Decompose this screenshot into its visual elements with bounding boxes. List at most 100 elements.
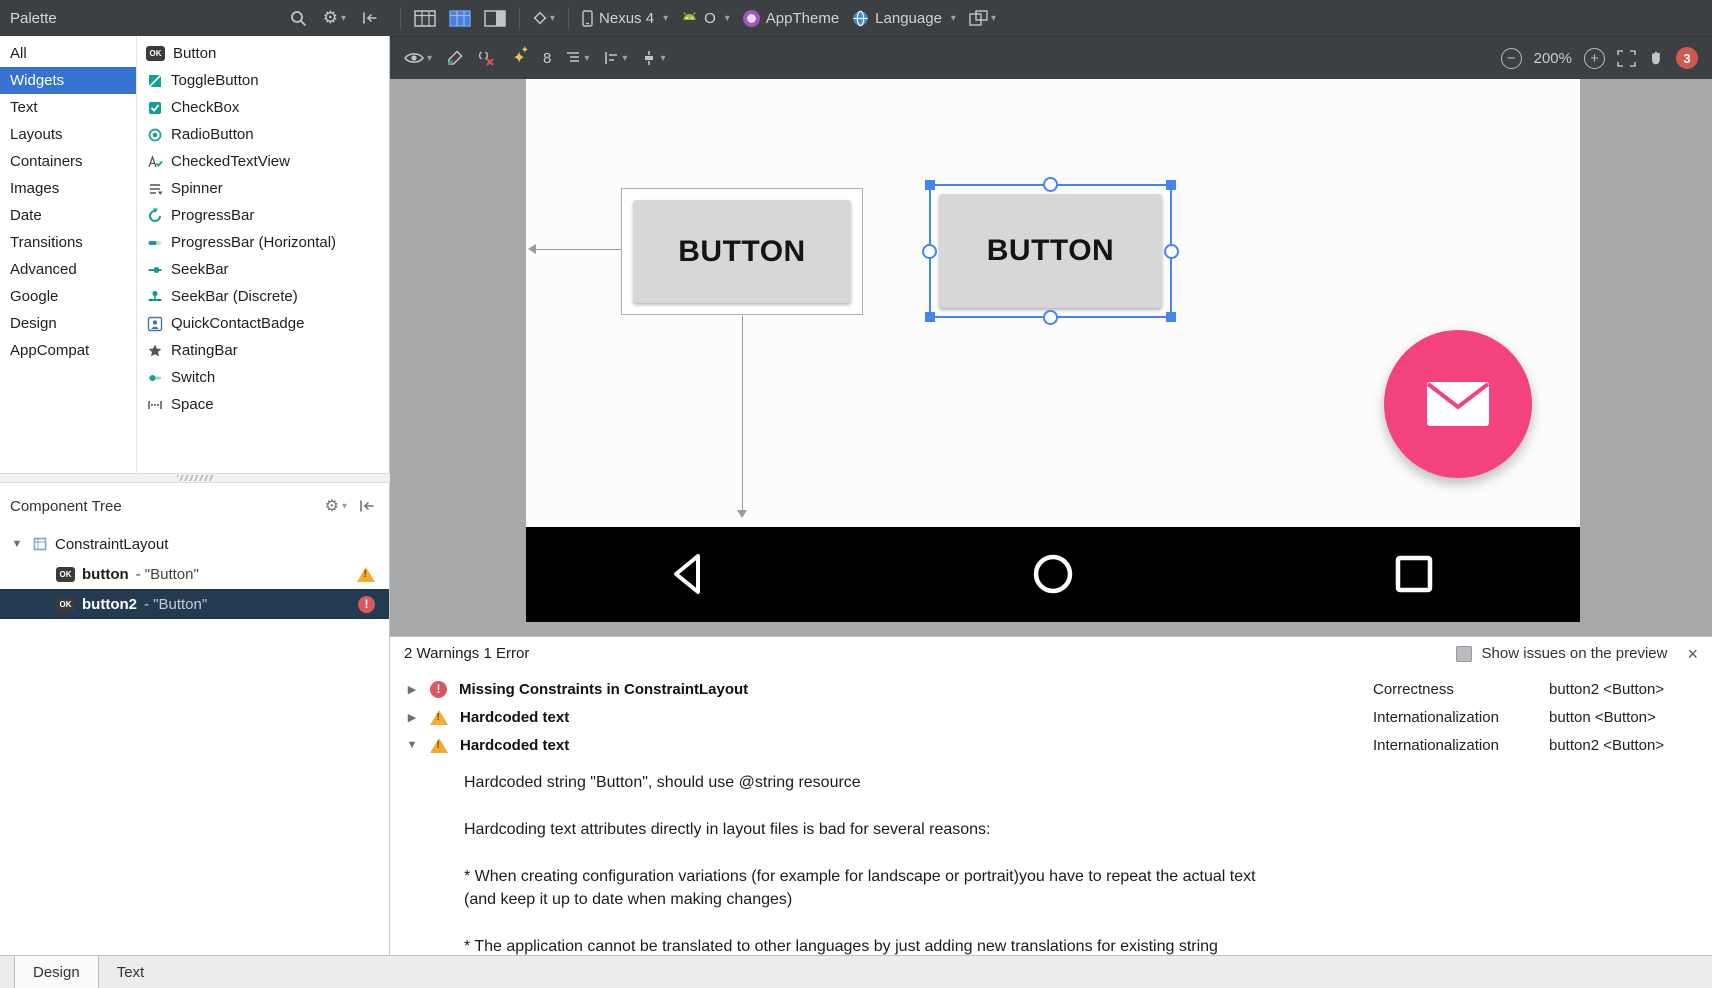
palette-category-transitions[interactable]: Transitions bbox=[0, 229, 136, 256]
design-mode-selected-icon[interactable] bbox=[449, 9, 471, 27]
palette-widget-seekbar[interactable]: SeekBar bbox=[138, 256, 389, 283]
theme-selector[interactable]: AppTheme bbox=[742, 9, 839, 27]
pack-icon[interactable]: ▾ bbox=[641, 50, 665, 66]
warning-icon bbox=[430, 737, 448, 753]
palette-widget-togglebutton[interactable]: ToggleButton bbox=[138, 67, 389, 94]
issues-summary: 2 Warnings 1 Error bbox=[404, 645, 530, 662]
default-margin-value[interactable]: 8 bbox=[543, 50, 551, 67]
email-icon bbox=[1426, 381, 1490, 427]
issue-row-hardcoded-text-2[interactable]: ▼ Hardcoded text Internationalization bu… bbox=[390, 731, 1712, 759]
palette-category-design[interactable]: Design bbox=[0, 310, 136, 337]
align-icon[interactable]: ▾ bbox=[603, 50, 627, 66]
search-icon[interactable] bbox=[290, 10, 307, 27]
issue-row-missing-constraints[interactable]: ▶ Missing Constraints in ConstraintLayou… bbox=[390, 675, 1712, 703]
split-view-icon[interactable] bbox=[484, 9, 506, 27]
tree-item-button2[interactable]: OK button2 - "Button" bbox=[0, 589, 389, 619]
widget-label: ProgressBar (Horizontal) bbox=[171, 234, 337, 251]
palette-widget-spinner[interactable]: Spinner bbox=[138, 175, 389, 202]
palette-category-widgets[interactable]: Widgets bbox=[0, 67, 136, 94]
eraser-tool-icon[interactable]: ▾ bbox=[533, 11, 555, 25]
pan-hand-icon[interactable] bbox=[1648, 49, 1664, 67]
palette-category-images[interactable]: Images bbox=[0, 175, 136, 202]
component-tree-title: Component Tree bbox=[10, 497, 122, 515]
expand-icon[interactable]: ▶ bbox=[404, 683, 420, 696]
design-view-icon[interactable] bbox=[414, 9, 436, 27]
canvas-button1[interactable]: BUTTON bbox=[633, 200, 851, 303]
widget-label: Space bbox=[171, 396, 214, 413]
palette-category-appcompat[interactable]: AppCompat bbox=[0, 337, 136, 364]
zoom-in-button[interactable]: + bbox=[1584, 47, 1605, 69]
palette-category-layouts[interactable]: Layouts bbox=[0, 121, 136, 148]
palette-widget-progressbar-horizontal[interactable]: ProgressBar (Horizontal) bbox=[138, 229, 389, 256]
canvas-fab[interactable] bbox=[1384, 330, 1532, 478]
constraint-anchor[interactable] bbox=[1164, 243, 1179, 259]
show-issues-checkbox[interactable] bbox=[1455, 645, 1472, 662]
guideline-icon[interactable]: ▾ bbox=[565, 50, 589, 66]
tree-expander-icon[interactable]: ▼ bbox=[10, 538, 24, 550]
issue-row-hardcoded-text-1[interactable]: ▶ Hardcoded text Internationalization bu… bbox=[390, 703, 1712, 731]
palette-widget-checkedtextview[interactable]: CheckedTextView bbox=[138, 148, 389, 175]
language-selector[interactable]: Language ▾ bbox=[852, 10, 956, 27]
expand-icon[interactable]: ▶ bbox=[404, 711, 420, 724]
show-issues-label: Show issues on the preview bbox=[1481, 645, 1668, 662]
palette-category-containers[interactable]: Containers bbox=[0, 148, 136, 175]
constraint-anchor[interactable] bbox=[1043, 177, 1058, 192]
collapse-icon[interactable]: ▼ bbox=[404, 739, 420, 751]
issue-detail-paragraph: * The application cannot be translated t… bbox=[464, 938, 1218, 955]
widget-label: SeekBar (Discrete) bbox=[171, 288, 298, 305]
nav-home-icon bbox=[1027, 548, 1079, 600]
clear-constraints-icon[interactable] bbox=[477, 50, 495, 66]
autoconnect-brush-icon[interactable] bbox=[446, 49, 463, 67]
constraint-arrow-down bbox=[737, 316, 747, 518]
resize-handle[interactable] bbox=[925, 180, 935, 190]
api-version-selector[interactable]: O ▾ bbox=[681, 10, 730, 27]
palette-widget-button[interactable]: OK Button bbox=[138, 40, 389, 67]
palette-category-date[interactable]: Date bbox=[0, 202, 136, 229]
device-canvas[interactable]: BUTTON BUTTON bbox=[526, 79, 1580, 527]
tree-item-constraintlayout[interactable]: ▼ ConstraintLayout bbox=[0, 529, 389, 559]
palette-widget-quickcontactbadge[interactable]: QuickContactBadge bbox=[138, 310, 389, 337]
infer-constraints-icon[interactable]: ✦ ✦ bbox=[509, 45, 529, 68]
view-options-eye-icon[interactable]: ▾ bbox=[404, 51, 432, 65]
device-selector[interactable]: Nexus 4 ▾ bbox=[582, 10, 668, 27]
tab-text[interactable]: Text bbox=[99, 956, 163, 988]
tree-item-suffix: - "Button" bbox=[135, 565, 199, 583]
palette-widget-space[interactable]: Space bbox=[138, 391, 389, 418]
resize-handle[interactable] bbox=[925, 312, 935, 322]
tree-gear-icon[interactable]: ⚙ ▾ bbox=[325, 496, 347, 516]
palette-category-google[interactable]: Google bbox=[0, 283, 136, 310]
resize-handle[interactable] bbox=[1166, 180, 1176, 190]
panel-splitter[interactable] bbox=[0, 473, 390, 483]
tree-hide-panel-icon[interactable] bbox=[359, 499, 375, 513]
palette-widget-seekbar-discrete[interactable]: SeekBar (Discrete) bbox=[138, 283, 389, 310]
widget-label: Spinner bbox=[171, 180, 223, 197]
hide-panel-icon[interactable] bbox=[362, 11, 378, 25]
widget-label: QuickContactBadge bbox=[171, 315, 305, 332]
palette-widget-switch[interactable]: Switch bbox=[138, 364, 389, 391]
palette-widget-checkbox[interactable]: CheckBox bbox=[138, 94, 389, 121]
palette-widget-progressbar[interactable]: ProgressBar bbox=[138, 202, 389, 229]
layout-variant-icon[interactable]: ▾ bbox=[969, 10, 996, 26]
palette-widget-ratingbar[interactable]: RatingBar bbox=[138, 337, 389, 364]
issue-count-badge[interactable]: 3 bbox=[1676, 47, 1698, 69]
palette-category-advanced[interactable]: Advanced bbox=[0, 256, 136, 283]
issues-header: 2 Warnings 1 Error Show issues on the pr… bbox=[390, 637, 1712, 670]
zoom-out-button[interactable]: − bbox=[1500, 47, 1522, 69]
palette-category-text[interactable]: Text bbox=[0, 94, 136, 121]
constraint-anchor[interactable] bbox=[1043, 310, 1058, 325]
palette-widget-radiobutton[interactable]: RadioButton bbox=[138, 121, 389, 148]
component-tree-panel: Component Tree ⚙ ▾ ▼ ConstraintLayout OK … bbox=[0, 483, 390, 955]
canvas-button2[interactable]: BUTTON bbox=[939, 194, 1162, 308]
progressbar-horizontal-widget-icon bbox=[146, 234, 163, 251]
resize-handle[interactable] bbox=[1166, 312, 1176, 322]
top-toolbar: Palette ⚙ ▾ ▾ Nexus 4 ▾ O ▾ AppTheme Lan… bbox=[0, 0, 1712, 36]
constraint-anchor[interactable] bbox=[922, 243, 937, 259]
gear-icon[interactable]: ⚙ ▾ bbox=[323, 8, 346, 28]
tab-design[interactable]: Design bbox=[14, 956, 99, 988]
zoom-to-fit-icon[interactable] bbox=[1617, 49, 1636, 67]
error-icon bbox=[430, 680, 447, 698]
tree-item-button[interactable]: OK button - "Button" bbox=[0, 559, 389, 589]
palette-category-all[interactable]: All bbox=[0, 40, 136, 67]
close-icon[interactable]: × bbox=[1687, 645, 1698, 663]
palette-widget-list: OK Button ToggleButton CheckBox RadioBut… bbox=[138, 36, 390, 473]
